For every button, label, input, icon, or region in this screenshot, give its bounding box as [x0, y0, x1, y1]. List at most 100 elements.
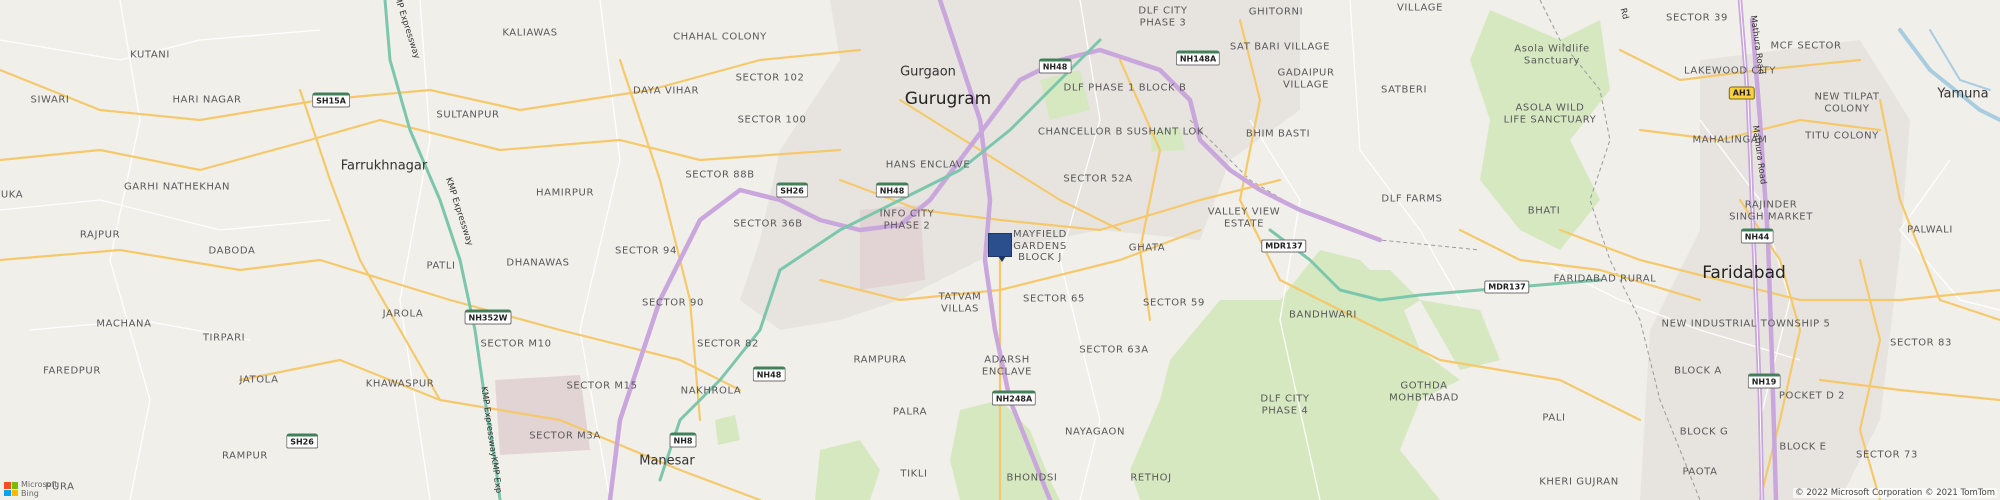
place-label: JAROLA: [382, 308, 424, 320]
place-label: SECTOR 83: [1890, 337, 1952, 349]
place-label: SECTOR M15: [566, 380, 638, 392]
microsoft-logo-icon: [4, 482, 18, 496]
town-label: Farrukhnagar: [340, 158, 428, 174]
highway-shield[interactable]: NH48: [1038, 58, 1072, 74]
place-label: GHATA: [1128, 242, 1166, 254]
highway-shield[interactable]: MDR137: [1261, 239, 1307, 253]
place-label: SECTOR 82: [697, 338, 759, 350]
highway-shield[interactable]: NH352W: [464, 309, 512, 325]
place-label: SATBERI: [1381, 84, 1427, 96]
place-label: RETHOJ: [1130, 472, 1172, 484]
place-label: HARI NAGAR: [172, 94, 242, 106]
highway-shield[interactable]: AH1: [1728, 86, 1756, 100]
place-label: GADAIPUR VILLAGE: [1277, 67, 1335, 91]
place-label: KHAWASPUR: [365, 378, 435, 390]
place-label: TATVAM VILLAS: [938, 291, 982, 315]
place-label: KHERI GUJRAN: [1539, 476, 1619, 488]
place-label: SECTOR 52A: [1063, 173, 1133, 185]
place-label: BLOCK E: [1779, 441, 1827, 453]
place-label: PATLI: [426, 260, 456, 272]
highway-shield[interactable]: NH44: [1740, 228, 1774, 244]
town-label: Gurgaon: [900, 64, 956, 80]
place-label: VILLAGE: [1396, 2, 1444, 14]
place-label: SECTOR 63A: [1079, 344, 1149, 356]
highway-shield[interactable]: NH148A: [1175, 50, 1221, 66]
place-label: RAMPUR: [222, 450, 268, 462]
place-label: BLOCK G: [1679, 426, 1729, 438]
logo-text: Microsoft Bing: [21, 480, 57, 498]
highway-shield[interactable]: SH15A: [312, 92, 350, 108]
logo-line-2: Bing: [21, 489, 39, 498]
place-label: POCKET D 2: [1778, 390, 1846, 402]
place-label: PALRA: [892, 406, 928, 418]
place-label: DABODA: [208, 245, 256, 257]
place-label: MAYFIELD GARDENS BLOCK J: [1013, 228, 1067, 263]
highway-shield[interactable]: NH19: [1747, 373, 1781, 389]
place-label: BLOCK A: [1674, 365, 1722, 377]
place-label: TIRPARI: [202, 332, 246, 344]
place-label: UKA: [0, 189, 24, 201]
location-pin-icon[interactable]: [988, 233, 1012, 262]
place-label: RAJINDER SINGH MARKET: [1729, 199, 1813, 223]
place-label: SECTOR 100: [737, 114, 807, 126]
place-label: RAJPUR: [79, 229, 121, 241]
highway-shield[interactable]: SH26: [286, 433, 318, 449]
place-label: JATOLA: [239, 374, 279, 386]
copyright-notice: © 2022 Microsoft Corporation © 2021 TomT…: [1793, 488, 1997, 498]
place-label: SECTOR 59: [1143, 297, 1205, 309]
place-label: HAMIRPUR: [536, 187, 594, 199]
place-label: ADARSH ENCLAVE: [981, 354, 1033, 378]
place-label: SECTOR 36B: [733, 218, 803, 230]
place-label: SECTOR M3A: [529, 430, 601, 442]
highway-shield[interactable]: NH48: [752, 366, 786, 382]
place-label: PALI: [1542, 412, 1566, 424]
place-label: NAKHROLA: [680, 385, 742, 397]
place-label: NAYAGAON: [1064, 426, 1126, 438]
place-label: BHONDSI: [1006, 472, 1058, 484]
river-label: Yamuna: [1937, 86, 1989, 102]
place-label: RAMPURA: [853, 354, 907, 366]
place-label: KUTANI: [130, 49, 170, 61]
place-label: DAYA VIHAR: [632, 85, 700, 97]
place-label: MACHANA: [96, 318, 152, 330]
place-label: ASOLA WILD LIFE SANCTUARY: [1503, 102, 1597, 126]
place-label: SULTANPUR: [436, 109, 500, 121]
place-label: SECTOR 73: [1856, 449, 1918, 461]
place-label: GOTHDA MOHBTABAD: [1389, 380, 1459, 404]
place-label: TITU COLONY: [1805, 130, 1879, 142]
logo-line-1: Microsoft: [21, 480, 58, 489]
town-label: Manesar: [639, 453, 695, 469]
place-label: DHANAWAS: [506, 257, 570, 269]
place-label: PAOTA: [1682, 466, 1718, 478]
place-label: SECTOR 65: [1023, 293, 1085, 305]
highway-shield[interactable]: NH248A: [991, 390, 1037, 406]
place-label: SECTOR 90: [642, 297, 704, 309]
place-label: PALWALI: [1907, 224, 1953, 236]
place-label: SECTOR 102: [735, 72, 805, 84]
place-label: GARHI NATHEKHAN: [123, 181, 231, 193]
highway-shield[interactable]: SH26: [776, 182, 808, 198]
place-label: NEW INDUSTRIAL TOWNSHIP 5: [1661, 318, 1831, 330]
place-label: BANDHWARI: [1289, 309, 1357, 321]
place-label: FAREDPUR: [43, 365, 101, 377]
place-label: HANS ENCLAVE: [885, 159, 971, 171]
place-label: SECTOR 94: [615, 245, 677, 257]
highway-shield[interactable]: MDR137: [1484, 280, 1530, 294]
place-label: DLF CITY PHASE 4: [1260, 393, 1310, 417]
map-canvas[interactable]: KUTANI HARI NAGAR SIWARI KALIAWAS CHAHAL…: [0, 0, 2000, 500]
place-label: KALIAWAS: [502, 27, 558, 39]
place-label: SECTOR 88B: [685, 169, 755, 181]
place-label: DLF PHASE 1 BLOCK B: [1063, 82, 1187, 94]
place-label: DLF FARMS: [1381, 193, 1443, 205]
highway-shield[interactable]: NH48: [875, 182, 909, 198]
bing-logo: Microsoft Bing: [4, 480, 57, 498]
city-label: Gurugram: [904, 89, 992, 110]
place-label: SECTOR M10: [480, 338, 552, 350]
place-label: FARIDABAD RURAL: [1553, 273, 1657, 285]
place-label: VALLEY VIEW ESTATE: [1207, 206, 1281, 230]
place-label: BHATI: [1527, 205, 1561, 217]
place-label: GHITORNI: [1248, 6, 1304, 18]
highway-shield[interactable]: NH8: [669, 432, 697, 448]
city-label: Faridabad: [1702, 263, 1786, 284]
place-label: DLF CITY PHASE 3: [1138, 5, 1188, 29]
